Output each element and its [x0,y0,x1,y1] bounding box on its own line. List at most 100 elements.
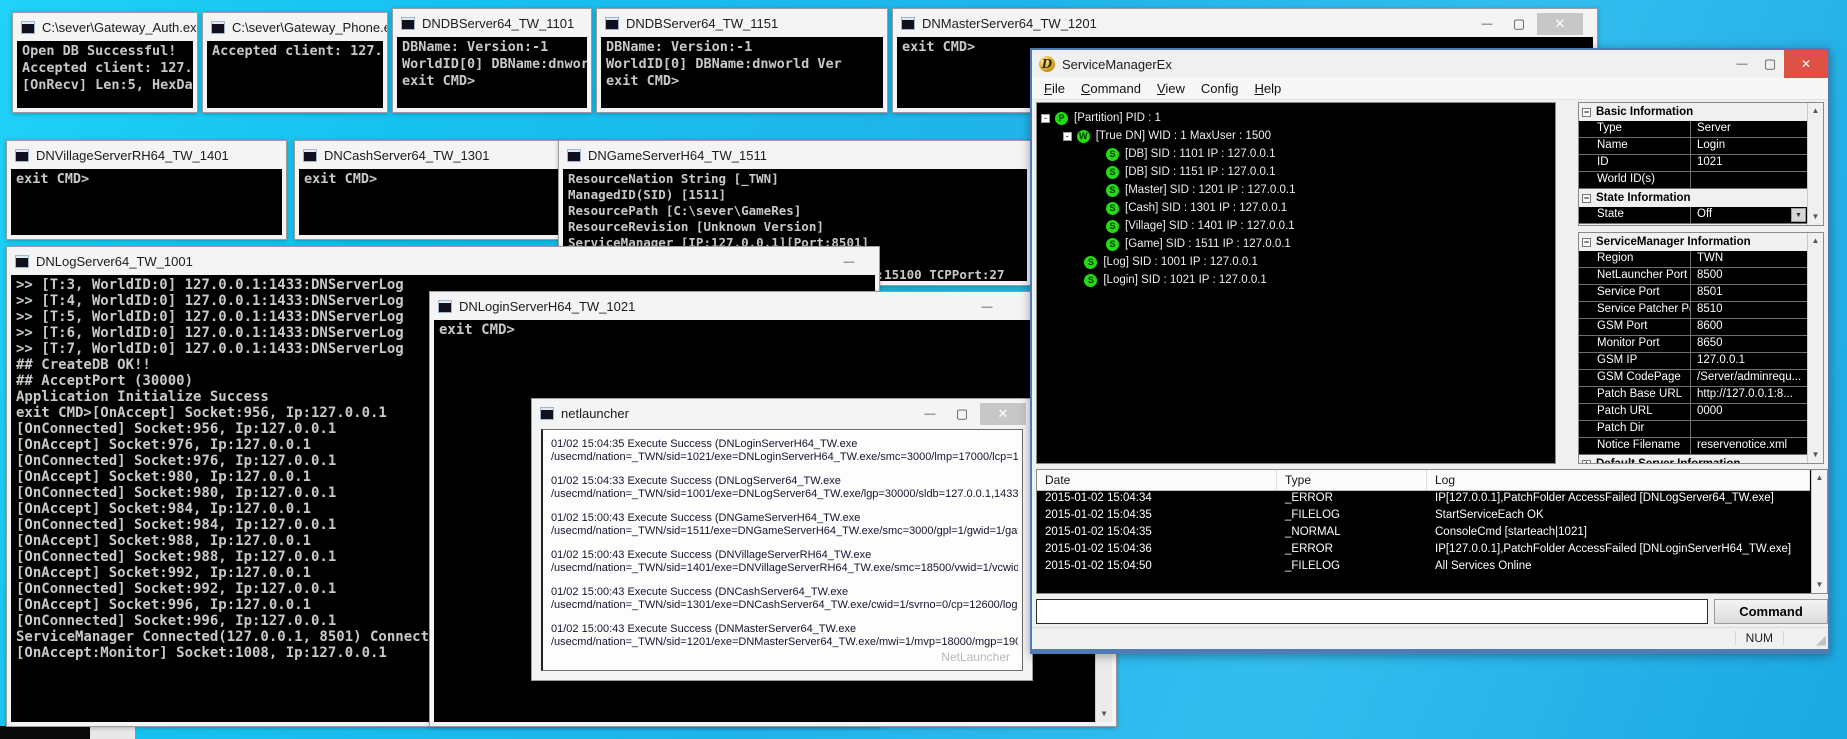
command-input[interactable] [1036,599,1708,624]
collapse-icon[interactable] [1582,108,1591,117]
prop-section-header[interactable]: ServiceManager Information [1579,233,1807,251]
scrollbar[interactable] [1811,470,1827,593]
property-row[interactable]: GSM CodePage/Server/adminrequ... [1579,370,1807,387]
title-bar[interactable]: DNCashServer64_TW_1301 [295,141,563,169]
window-title: ServiceManagerEx [1062,57,1172,72]
resize-grip-icon[interactable] [1816,632,1826,648]
property-row[interactable]: Service Port8501 [1579,285,1807,302]
scroll-down-icon[interactable] [1808,447,1823,463]
tree-node[interactable]: S [Master] SID : 1201 IP : 127.0.0.1 [1041,181,1555,199]
tree-node[interactable]: S [Game] SID : 1511 IP : 127.0.0.1 [1041,235,1555,253]
title-bar[interactable]: D ServiceManagerEx [1032,50,1828,78]
collapse-icon[interactable] [1582,194,1591,203]
scrollbar[interactable] [1807,103,1823,225]
property-row[interactable]: Patch Base URLhttp://127.0.0.1:8... [1579,387,1807,404]
property-row[interactable]: NetLauncher Port8500 [1579,268,1807,285]
tree-node[interactable]: S [Village] SID : 1401 IP : 127.0.0.1 [1041,217,1555,235]
column-header-log[interactable]: Log [1427,470,1810,490]
property-row[interactable]: Notice Filenamereservenotice.xml [1579,438,1807,455]
scroll-up-icon[interactable] [1808,233,1823,249]
property-row[interactable]: World ID(s) [1579,172,1807,189]
prop-section-header[interactable]: State Information [1579,189,1807,207]
property-row[interactable]: ID1021 [1579,155,1807,172]
property-row[interactable]: Service Patcher Port8510 [1579,302,1807,319]
expand-icon[interactable] [1582,460,1591,465]
property-row[interactable]: GSM IP127.0.0.1 [1579,353,1807,370]
minimize-button[interactable] [1473,13,1501,35]
title-bar[interactable]: DNDBServer64_TW_1101 [393,9,591,37]
log-row[interactable]: 2015-01-02 15:04:35 _NORMAL ConsoleCmd [… [1037,525,1810,542]
minimize-button[interactable] [916,403,944,425]
log-row[interactable]: 2015-01-02 15:04:50 _FILELOG All Service… [1037,559,1810,576]
scroll-up-icon[interactable] [1812,470,1827,486]
tree-node[interactable]: - W [True DN] WID : 1 MaxUser : 1500 [1041,127,1555,145]
log-row[interactable]: 2015-01-02 15:04:35 _FILELOG StartServic… [1037,508,1810,525]
console-icon [540,407,554,420]
property-row[interactable]: Monitor Port8650 [1579,336,1807,353]
maximize-button[interactable] [1756,50,1784,78]
window-title: DNGameServerH64_TW_1511 [588,148,767,163]
scroll-down-icon[interactable] [1808,209,1823,225]
tree-node[interactable]: S [Login] SID : 1021 IP : 127.0.0.1 [1041,271,1555,289]
tree-node[interactable]: S [DB] SID : 1101 IP : 127.0.0.1 [1041,145,1555,163]
prop-section-header-collapsed[interactable]: Default Server Information [1579,455,1807,464]
minimize-button[interactable] [835,251,863,273]
taskbar-icon-fragment[interactable] [90,726,135,739]
service-status-icon: S [1084,256,1097,269]
launch-entry: 01/02 15:04:35 Execute Success (DNLoginS… [551,438,1018,464]
log-row[interactable]: 2015-01-02 15:04:36 _ERROR IP[127.0.0.1]… [1037,542,1810,559]
close-button[interactable] [1537,13,1583,35]
title-bar[interactable]: DNVillageServerRH64_TW_1401 [7,141,286,169]
scroll-down-icon[interactable] [1096,706,1112,722]
command-bar: Command [1036,599,1824,624]
column-header-type[interactable]: Type [1277,470,1427,490]
property-row-state[interactable]: State Off [1579,207,1807,224]
property-row[interactable]: NameLogin [1579,138,1807,155]
scrollbar[interactable] [1807,233,1823,463]
tree-node[interactable]: S [Log] SID : 1001 IP : 127.0.0.1 [1041,253,1555,271]
scroll-down-icon[interactable] [1812,577,1827,593]
menu-item[interactable]: Config [1193,79,1247,98]
column-header-date[interactable]: Date [1037,470,1277,490]
title-bar[interactable]: DNGameServerH64_TW_1511 [559,141,1031,169]
maximize-button[interactable] [948,403,976,425]
minimize-button[interactable] [973,296,1001,318]
prop-section-header[interactable]: Basic Information [1579,103,1807,121]
launch-entry: 01/02 15:00:43 Execute Success (DNMaster… [551,623,1018,649]
property-row[interactable]: GSM Port8600 [1579,319,1807,336]
minimize-button[interactable] [1728,50,1756,78]
command-button[interactable]: Command [1714,599,1828,624]
log-table-header: Date Type Log [1037,470,1810,491]
tree-node-label: [DB] SID : 1151 IP : 127.0.0.1 [1125,166,1275,178]
close-button[interactable] [1784,50,1828,78]
property-row[interactable]: Patch URL0000 [1579,404,1807,421]
maximize-button[interactable] [1505,13,1533,35]
property-row[interactable]: TypeServer [1579,121,1807,138]
title-bar[interactable]: DNLoginServerH64_TW_1021 [430,292,1116,320]
launch-entry: 01/02 15:00:43 Execute Success (DNCashSe… [551,586,1018,612]
state-dropdown-icon[interactable] [1791,208,1806,222]
title-bar[interactable]: C:\sever\Gateway_Auth.exe [13,13,197,41]
menu-item[interactable]: Command [1073,79,1149,98]
desktop: C:\sever\Gateway_Auth.exe Open DB Succes… [0,0,1847,739]
menu-item[interactable]: Help [1246,79,1289,98]
tree-expand-box: - [1041,114,1050,123]
tree-node[interactable]: - P [Partition] PID : 1 [1041,109,1555,127]
property-row[interactable]: Patch Dir [1579,421,1807,438]
console-icon [605,17,619,30]
close-button[interactable] [980,403,1026,425]
log-row[interactable]: 2015-01-02 15:04:34 _ERROR IP[127.0.0.1]… [1037,491,1810,508]
menu-item[interactable]: View [1149,79,1193,98]
taskbar-fragment[interactable] [0,726,90,739]
title-bar[interactable]: DNDBServer64_TW_1151 [597,9,887,37]
property-row[interactable]: RegionTWN [1579,251,1807,268]
panel-splitter[interactable] [1556,102,1578,464]
collapse-icon[interactable] [1582,238,1591,247]
title-bar[interactable]: DNLogServer64_TW_1001 [7,247,879,275]
console-output: Accepted client: 127.0.0.1: [207,41,383,108]
title-bar[interactable]: C:\sever\Gateway_Phone.exe [203,13,387,41]
tree-node[interactable]: S [DB] SID : 1151 IP : 127.0.0.1 [1041,163,1555,181]
tree-node[interactable]: S [Cash] SID : 1301 IP : 127.0.0.1 [1041,199,1555,217]
scroll-up-icon[interactable] [1808,103,1823,119]
menu-item[interactable]: File [1036,79,1073,98]
